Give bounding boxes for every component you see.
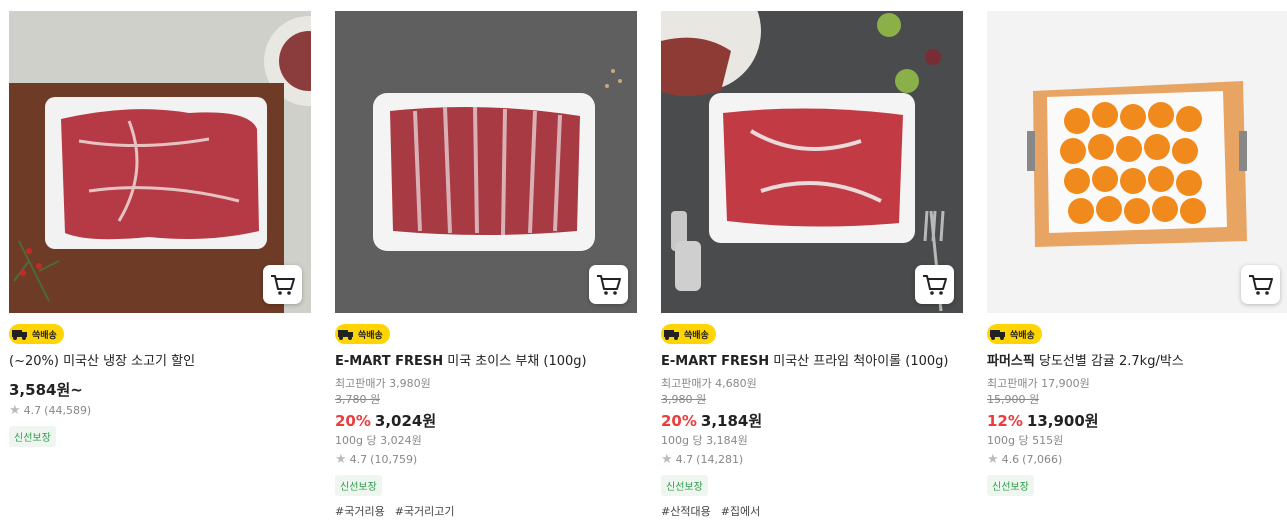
discount-rate: 12% [987,412,1023,430]
product-image[interactable] [9,11,311,313]
hashtag[interactable]: #산적대용 [661,503,711,519]
cart-icon [596,274,621,295]
product-brand: E-MART FRESH [661,354,770,369]
original-price: 3,780 원 [335,393,381,406]
fresh-guarantee-tag: 신선보장 [987,475,1034,496]
hashtag[interactable]: #국거리용 [335,503,385,519]
product-price: 3,584원~ [9,381,83,399]
original-price: 3,980 원 [661,393,707,406]
product-title-text: 당도선별 감귤 2.7kg/박스 [1038,354,1184,369]
review-count: (10,759) [370,453,418,466]
star-icon: ★ [987,452,999,467]
delivery-truck-icon [337,326,355,342]
sale-price-row: 20% 3,024원 [335,411,637,431]
product-image[interactable] [661,11,963,313]
product-title[interactable]: (~20%) 미국산 냉장 소고기 할인 [9,353,311,371]
sale-price-row: 12% 13,900원 [987,411,1287,431]
product-rating: ★ 4.7 (14,281) [661,451,963,469]
product-rating: ★ 4.6 (7,066) [987,451,1287,469]
hashtag-list: #국거리용 #국거리고기 [335,503,637,519]
unit-price: 100g 당 3,024원 [335,434,422,447]
star-icon: ★ [661,452,673,467]
star-icon: ★ [335,452,347,467]
max-price: 최고판매가 4,680원 [661,377,757,390]
product-image[interactable] [335,11,637,313]
delivery-truck-icon [989,326,1007,342]
fresh-guarantee-tag: 신선보장 [9,426,56,447]
badge-label: 쓱배송 [1010,330,1035,341]
sale-price-row: 20% 3,184원 [661,411,963,431]
unit-price: 100g 당 515원 [987,434,1064,447]
sale-price: 3,184원 [700,412,763,430]
product-brand: 파머스픽 [987,354,1035,369]
cart-icon [270,274,295,295]
rating-value: 4.7 [675,453,694,466]
product-title[interactable]: E-MART FRESH 미국산 프라임 척아이롤 (100g) [661,353,963,371]
discount-rate: 20% [335,412,371,430]
product-card[interactable]: 쓱배송 (~20%) 미국산 냉장 소고기 할인 3,584원~ ★ 4.7 (… [9,11,311,447]
badge-label: 쓱배송 [32,330,57,341]
product-grid: 쓱배송 (~20%) 미국산 냉장 소고기 할인 3,584원~ ★ 4.7 (… [0,0,1287,532]
ssg-delivery-badge: 쓱배송 [661,324,716,344]
badge-label: 쓱배송 [684,330,709,341]
sale-price: 13,900원 [1026,412,1099,430]
cart-icon [922,274,947,295]
add-to-cart-button[interactable] [1241,265,1280,304]
rating-value: 4.6 [1001,453,1020,466]
review-count: (14,281) [696,453,744,466]
product-title-text: (~20%) 미국산 냉장 소고기 할인 [9,354,196,369]
hashtag[interactable]: #집에서 [721,503,761,519]
discount-rate: 20% [661,412,697,430]
product-rating: ★ 4.7 (10,759) [335,451,637,469]
cart-icon [1248,274,1273,295]
unit-price: 100g 당 3,184원 [661,434,748,447]
hashtag[interactable]: #국거리고기 [395,503,455,519]
badge-label: 쓱배송 [358,330,383,341]
hashtag-list: #산적대용 #집에서 [661,503,963,519]
sale-price: 3,024원 [374,412,437,430]
fresh-guarantee-tag: 신선보장 [661,475,708,496]
ssg-delivery-badge: 쓱배송 [987,324,1042,344]
ssg-delivery-badge: 쓱배송 [335,324,390,344]
fresh-guarantee-tag: 신선보장 [335,475,382,496]
delivery-truck-icon [663,326,681,342]
add-to-cart-button[interactable] [263,265,302,304]
max-price: 최고판매가 17,900원 [987,377,1090,390]
rating-value: 4.7 [23,404,42,417]
review-count: (44,589) [44,404,92,417]
review-count: (7,066) [1022,453,1063,466]
product-brand: E-MART FRESH [335,354,444,369]
product-card[interactable]: 쓱배송 E-MART FRESH 미국산 프라임 척아이롤 (100g) 최고판… [661,11,963,519]
product-title[interactable]: E-MART FRESH 미국 초이스 부채 (100g) [335,353,637,371]
product-card[interactable]: 쓱배송 E-MART FRESH 미국 초이스 부채 (100g) 최고판매가 … [335,11,637,519]
delivery-truck-icon [11,326,29,342]
add-to-cart-button[interactable] [915,265,954,304]
product-title[interactable]: 파머스픽 당도선별 감귤 2.7kg/박스 [987,353,1287,371]
product-title-text: 미국산 프라임 척아이롤 (100g) [773,354,949,369]
product-title-text: 미국 초이스 부채 (100g) [447,354,587,369]
rating-value: 4.7 [349,453,368,466]
product-rating: ★ 4.7 (44,589) [9,402,311,420]
ssg-delivery-badge: 쓱배송 [9,324,64,344]
original-price: 15,900 원 [987,393,1040,406]
product-image[interactable] [987,11,1287,313]
max-price: 최고판매가 3,980원 [335,377,431,390]
star-icon: ★ [9,403,21,418]
add-to-cart-button[interactable] [589,265,628,304]
product-card[interactable]: 쓱배송 파머스픽 당도선별 감귤 2.7kg/박스 최고판매가 17,900원 … [987,11,1287,496]
